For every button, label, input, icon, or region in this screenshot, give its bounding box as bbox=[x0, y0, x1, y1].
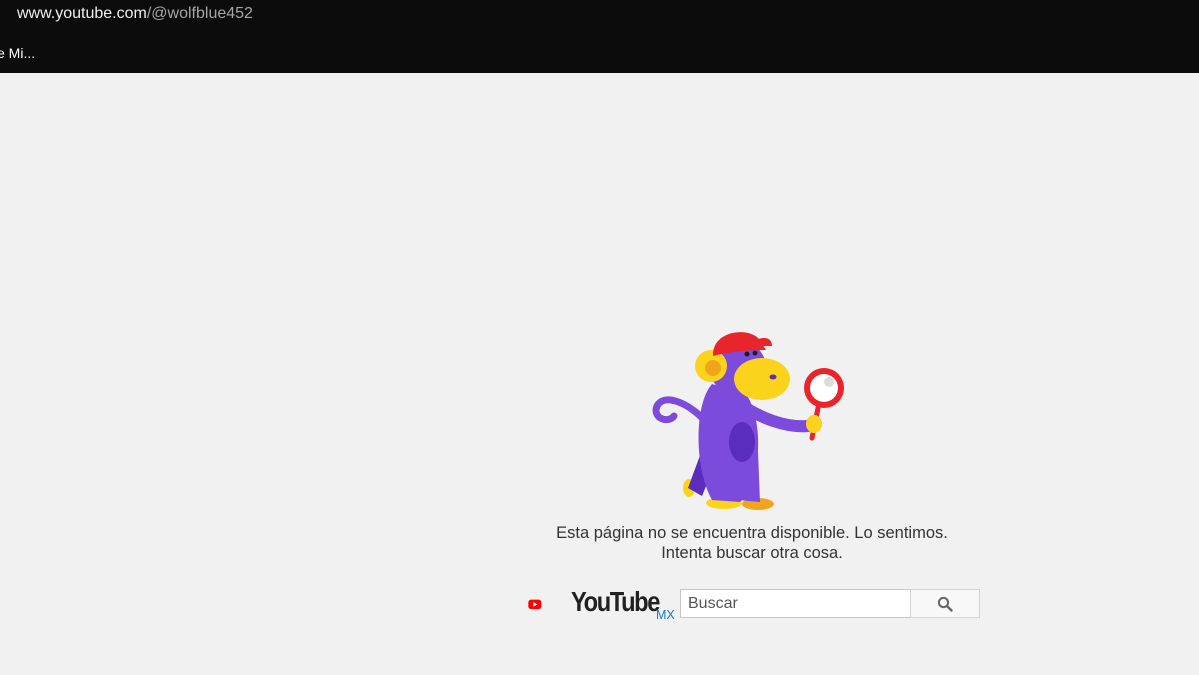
address-bar-url[interactable]: www.youtube.com/@wolfblue452 bbox=[17, 5, 253, 23]
youtube-wordmark[interactable]: YouTube bbox=[571, 586, 660, 618]
country-code[interactable]: MX bbox=[656, 608, 675, 622]
browser-tab-title[interactable]: e Mi... bbox=[0, 45, 35, 61]
url-path: /@wolfblue452 bbox=[146, 5, 253, 22]
browser-top-bar: www.youtube.com/@wolfblue452 e Mi... bbox=[0, 0, 1199, 73]
search-button[interactable] bbox=[910, 589, 980, 618]
monkey-illustration bbox=[652, 332, 844, 510]
search-icon bbox=[937, 596, 953, 612]
unavailable-message: Esta página no se encuentra disponible. … bbox=[452, 524, 1052, 563]
search-input[interactable] bbox=[680, 589, 911, 618]
unavailable-message-line-1: Esta página no se encuentra disponible. … bbox=[556, 524, 948, 542]
youtube-play-logo-icon[interactable] bbox=[528, 588, 570, 620]
url-host: www.youtube.com bbox=[17, 5, 147, 22]
unavailable-message-line-2: Intenta buscar otra cosa. bbox=[661, 543, 843, 562]
